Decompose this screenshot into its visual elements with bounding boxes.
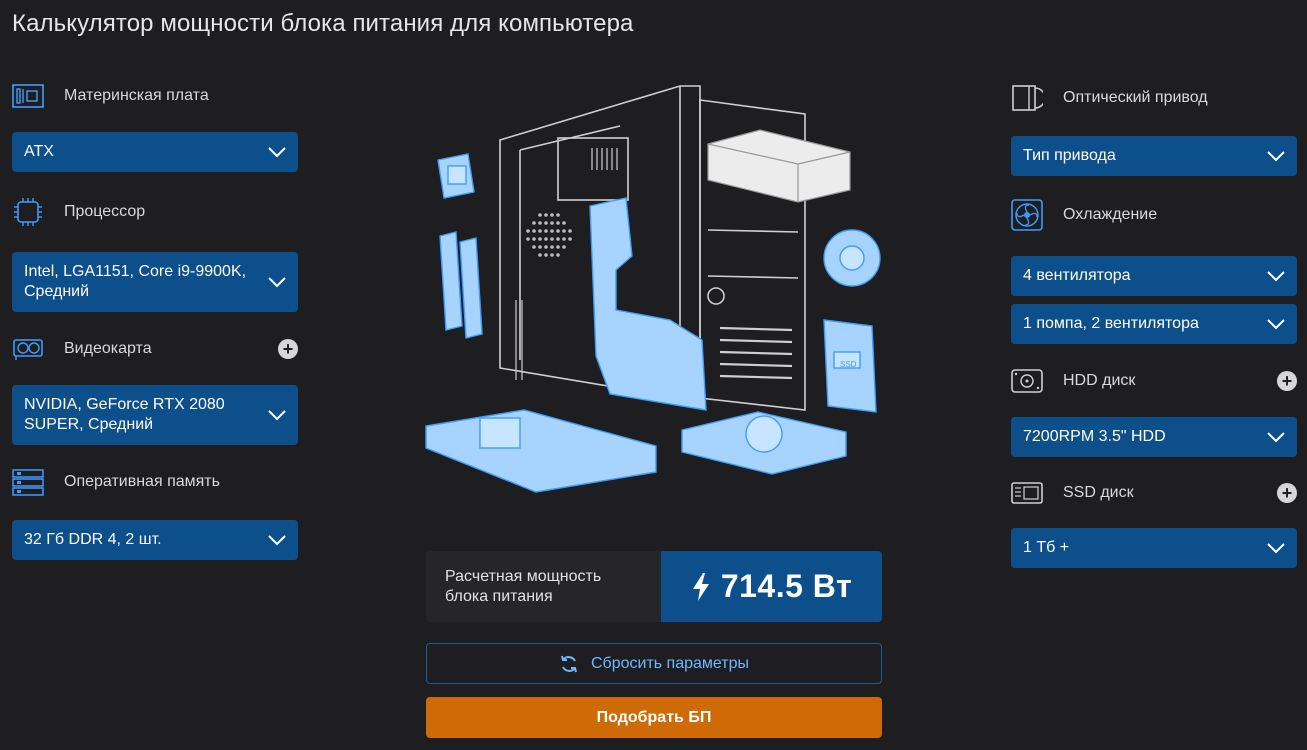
chevron-down-icon (1267, 319, 1285, 330)
optical-select[interactable]: Тип привода (1011, 136, 1297, 176)
ram-icon (12, 467, 46, 497)
chevron-down-icon (268, 277, 286, 288)
power-result-panel: Расчетная мощность блока питания 714.5 В… (426, 551, 882, 622)
hdd-select[interactable]: 7200RPM 3.5" HDD (1011, 417, 1297, 457)
power-result-value: 714.5 Вт (720, 568, 853, 604)
pc-case-illustration: SSD (420, 80, 890, 500)
hdd-label: HDD диск (1063, 372, 1136, 389)
cooling-pump-value: 1 помпа, 2 вентилятора (1023, 315, 1199, 332)
chevron-down-icon (1267, 271, 1285, 282)
hdd-value: 7200RPM 3.5" HDD (1023, 428, 1166, 445)
cpu-value: Intel, LGA1151, Core i9-9900K, Средний (24, 263, 247, 300)
chevron-down-icon (268, 147, 286, 158)
motherboard-value: ATX (24, 143, 54, 160)
motherboard-label: Материнская плата (64, 87, 209, 104)
optical-label: Оптический привод (1063, 89, 1208, 106)
optical-value: Тип привода (1023, 147, 1116, 164)
gpu-label: Видеокарта (64, 340, 152, 357)
motherboard-row: Материнская плата (12, 81, 298, 111)
pick-psu-button[interactable]: Подобрать БП (426, 697, 882, 738)
chevron-down-icon (1267, 151, 1285, 162)
cooling-label: Охлаждение (1063, 206, 1158, 223)
add-gpu-button[interactable]: + (278, 339, 298, 359)
optical-drive-icon (1011, 83, 1045, 113)
ssd-label: SSD диск (1063, 484, 1134, 501)
add-hdd-button[interactable]: + (1277, 371, 1297, 391)
cpu-row: Процессор (12, 197, 298, 227)
ram-row: Оперативная память (12, 467, 298, 497)
fan-icon (1011, 199, 1045, 231)
chevron-down-icon (268, 535, 286, 546)
reset-parameters-button[interactable]: Сбросить параметры (426, 643, 882, 684)
chevron-down-icon (1267, 543, 1285, 554)
chevron-down-icon (268, 410, 286, 421)
gpu-row: Видеокарта + (12, 334, 298, 364)
optical-row: Оптический привод (1011, 83, 1297, 113)
gpu-value: NVIDIA, GeForce RTX 2080 SUPER, Средний (24, 396, 225, 433)
chevron-down-icon (1267, 432, 1285, 443)
lightning-icon (692, 572, 709, 601)
ram-select[interactable]: 32 Гб DDR 4, 2 шт. (12, 520, 298, 560)
page-title: Калькулятор мощности блока питания для к… (12, 10, 634, 37)
cooling-pump-select[interactable]: 1 помпа, 2 вентилятора (1011, 304, 1297, 344)
motherboard-select[interactable]: ATX (12, 132, 298, 172)
power-result-label: Расчетная мощность блока питания (445, 568, 602, 605)
power-result-value-box: 714.5 Вт (661, 551, 882, 622)
cooling-row: Охлаждение (1011, 199, 1297, 231)
ssd-illustration-mark: SSD (840, 360, 857, 369)
cpu-icon (12, 197, 46, 227)
reset-parameters-label: Сбросить параметры (590, 654, 749, 672)
cooling-fans-select[interactable]: 4 вентилятора (1011, 256, 1297, 296)
cpu-select[interactable]: Intel, LGA1151, Core i9-9900K, Средний (12, 252, 298, 312)
add-ssd-button[interactable]: + (1277, 483, 1297, 503)
cpu-label: Процессор (64, 203, 146, 220)
hdd-row: HDD диск + (1011, 366, 1297, 396)
ram-value: 32 Гб DDR 4, 2 шт. (24, 531, 162, 548)
ssd-row: SSD диск + (1011, 478, 1297, 508)
gpu-icon (12, 334, 46, 364)
refresh-icon (561, 655, 577, 672)
ram-label: Оперативная память (64, 473, 220, 490)
gpu-select[interactable]: NVIDIA, GeForce RTX 2080 SUPER, Средний (12, 385, 298, 445)
cooling-fans-value: 4 вентилятора (1023, 267, 1131, 284)
motherboard-icon (12, 81, 46, 111)
hdd-icon (1011, 366, 1045, 396)
ssd-icon (1011, 478, 1045, 508)
ssd-select[interactable]: 1 Тб + (1011, 528, 1297, 568)
ssd-value: 1 Тб + (1023, 539, 1070, 556)
